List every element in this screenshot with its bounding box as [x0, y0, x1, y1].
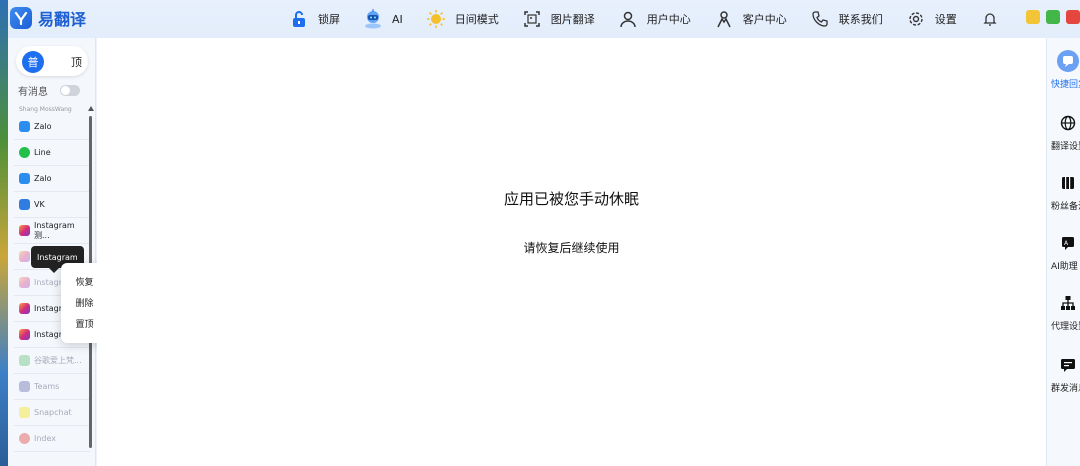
brand: 易翻译	[10, 6, 86, 30]
bell-icon	[979, 8, 1001, 30]
nav-lock[interactable]: 锁屏	[288, 0, 340, 38]
nav-user-center[interactable]: 用户中心	[617, 0, 691, 38]
nav-label: 客户中心	[742, 13, 787, 26]
list-item[interactable]: Snapchat	[14, 400, 90, 426]
sort-segment: 普 顶	[16, 46, 88, 76]
snapchat-icon	[19, 407, 30, 418]
top-bar: 易翻译 锁屏 AI 日间模式 图片翻译 用户中心 客户中心 联系我们 设置	[8, 0, 1080, 38]
app-label: Zalo	[34, 122, 52, 131]
image-translate-icon	[521, 8, 543, 30]
phone-icon	[809, 8, 831, 30]
nav-label: 锁屏	[318, 13, 340, 26]
lock-icon	[288, 8, 310, 30]
list-item[interactable]: 谷歌爱上梵...	[14, 348, 90, 374]
segment-normal[interactable]: 普	[22, 51, 44, 73]
nav-label: 联系我们	[838, 13, 883, 26]
gear-icon	[905, 8, 927, 30]
sleep-subtitle: 请恢复后继续使用	[523, 241, 620, 255]
message-filter: 有消息	[18, 83, 80, 98]
chat-icon	[19, 355, 30, 366]
tool-label: 粉丝备注	[1051, 202, 1080, 212]
tool-fan-notes[interactable]: 粉丝备注	[1047, 172, 1080, 212]
list-item[interactable]: Line	[14, 140, 90, 166]
globe-icon	[1057, 112, 1079, 134]
tool-label: 翻译设置	[1051, 142, 1080, 152]
app-label: Instagr	[34, 278, 63, 287]
app-logo-icon	[10, 7, 32, 29]
nav-customer-center[interactable]: 客户中心	[713, 0, 787, 38]
user-icon	[617, 8, 639, 30]
close-button[interactable]	[1066, 10, 1080, 24]
nav-label: AI	[392, 12, 403, 26]
nav-label: 用户中心	[646, 13, 691, 26]
nav-contact-us[interactable]: 联系我们	[809, 0, 883, 38]
notes-icon	[1057, 172, 1079, 194]
nav-settings[interactable]: 设置	[905, 0, 957, 38]
tool-broadcast[interactable]: 群发消息	[1047, 354, 1080, 394]
instagram-icon	[19, 251, 30, 262]
tool-proxy-settings[interactable]: 代理设置	[1047, 292, 1080, 332]
nav-notifications[interactable]	[979, 0, 1001, 38]
segment-top[interactable]: 顶	[71, 51, 82, 73]
app-label: Index	[34, 434, 57, 443]
message-toggle[interactable]	[60, 85, 80, 96]
toggle-icon	[19, 433, 30, 444]
app-label: 谷歌爱上梵...	[34, 356, 82, 365]
maximize-button[interactable]	[1046, 10, 1060, 24]
sun-icon	[425, 8, 447, 30]
desktop-edge	[0, 0, 8, 466]
broadcast-icon	[1057, 354, 1079, 376]
tool-translate-settings[interactable]: 翻译设置	[1047, 112, 1080, 152]
right-tool-panel: 快捷回复 翻译设置 粉丝备注 A AI助理 代理设置 群发消息	[1046, 38, 1080, 466]
ai-assistant-icon: A	[1057, 232, 1079, 254]
instagram-icon	[19, 329, 30, 340]
app-label: Teams	[34, 382, 60, 391]
instagram-icon	[19, 277, 30, 288]
list-item[interactable]: Zalo	[14, 114, 90, 140]
proxy-icon	[1057, 292, 1079, 314]
sleep-title: 应用已被您手动休眠	[503, 190, 639, 208]
list-item[interactable]: VK	[14, 192, 90, 218]
tool-label: AI助理	[1051, 262, 1078, 272]
tool-quick-reply[interactable]: 快捷回复	[1047, 50, 1080, 90]
app-label: VK	[34, 200, 45, 209]
nav-ai[interactable]: AI	[362, 0, 403, 38]
vk-icon	[19, 199, 30, 210]
message-toggle-label: 有消息	[18, 87, 48, 98]
app-label: Zalo	[34, 174, 52, 183]
nav-image-translate[interactable]: 图片翻译	[521, 0, 595, 38]
app-label: Instagram测...	[34, 220, 75, 240]
list-item[interactable]: Instagram测...	[14, 218, 90, 244]
list-item[interactable]: Teams	[14, 374, 90, 400]
tool-ai-assistant[interactable]: A AI助理	[1047, 232, 1080, 272]
app-label: Snapchat	[34, 408, 72, 417]
window-controls	[1026, 10, 1080, 24]
customer-icon	[713, 8, 735, 30]
tool-label: 代理设置	[1051, 322, 1080, 332]
line-icon	[19, 147, 30, 158]
minimize-button[interactable]	[1026, 10, 1040, 24]
main-content: 应用已被您手动休眠 请恢复后继续使用	[97, 38, 1046, 466]
tool-label: 群发消息	[1051, 384, 1080, 394]
list-item[interactable]: Zalo	[14, 166, 90, 192]
instagram-icon	[19, 303, 30, 314]
nav-day-mode[interactable]: 日间模式	[425, 0, 499, 38]
app-label: Shang MossWang	[19, 105, 72, 113]
top-nav: 锁屏 AI 日间模式 图片翻译 用户中心 客户中心 联系我们 设置	[288, 0, 1023, 38]
instagram-icon	[19, 225, 30, 236]
list-item[interactable]: Shang MossWang	[14, 104, 90, 114]
nav-label: 设置	[934, 13, 957, 26]
scroll-up-arrow-icon[interactable]	[88, 106, 94, 111]
tool-label: 快捷回复	[1051, 80, 1080, 90]
nav-label: 图片翻译	[550, 13, 595, 26]
nav-label: 日间模式	[454, 13, 499, 26]
app-label: Line	[34, 148, 51, 157]
zalo-icon	[19, 121, 30, 132]
list-item[interactable]: Index	[14, 426, 90, 452]
zalo-icon	[19, 173, 30, 184]
app-name: 易翻译	[38, 10, 87, 29]
robot-icon	[362, 8, 384, 30]
quick-reply-icon	[1057, 50, 1079, 72]
teams-icon	[19, 381, 30, 392]
